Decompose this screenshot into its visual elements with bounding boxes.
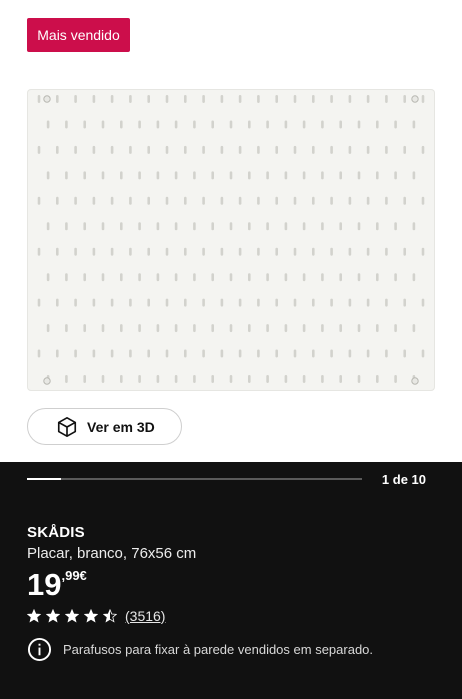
product-info-panel: 1 de 10 SKÅDIS Placar, branco, 76x56 cm …: [0, 462, 462, 699]
best-seller-badge: Mais vendido: [27, 18, 130, 52]
product-description: Placar, branco, 76x56 cm: [27, 545, 197, 562]
pegboard-illustration: [37, 95, 425, 385]
gallery-counter: 1 de 10: [381, 472, 426, 487]
star-half-icon: [103, 609, 117, 623]
gallery-progress-track: [27, 478, 362, 480]
price-decimal: ,99€: [61, 568, 87, 583]
product-price: 19,99€: [27, 566, 87, 604]
view-3d-label: Ver em 3D: [87, 418, 155, 435]
product-image-area: Mais vendido Ver em 3D: [0, 0, 462, 462]
star-full-icon: [27, 609, 41, 623]
info-icon: [27, 637, 52, 661]
star-full-icon: [84, 609, 98, 623]
star-full-icon: [65, 609, 79, 623]
price-integer: 19: [27, 567, 62, 602]
cube-icon: [57, 416, 77, 437]
view-3d-button[interactable]: Ver em 3D: [27, 408, 182, 445]
star-full-icon: [46, 609, 60, 623]
product-image[interactable]: [27, 89, 435, 391]
rating-count-link[interactable]: (3516): [125, 608, 165, 624]
rating[interactable]: (3516): [27, 607, 165, 625]
mounting-note: Parafusos para fixar à parede vendidos e…: [27, 636, 373, 662]
rating-stars: [27, 609, 122, 623]
product-name: SKÅDIS: [27, 524, 85, 541]
gallery-progress-fill: [27, 478, 61, 480]
mounting-note-text: Parafusos para fixar à parede vendidos e…: [63, 641, 374, 657]
